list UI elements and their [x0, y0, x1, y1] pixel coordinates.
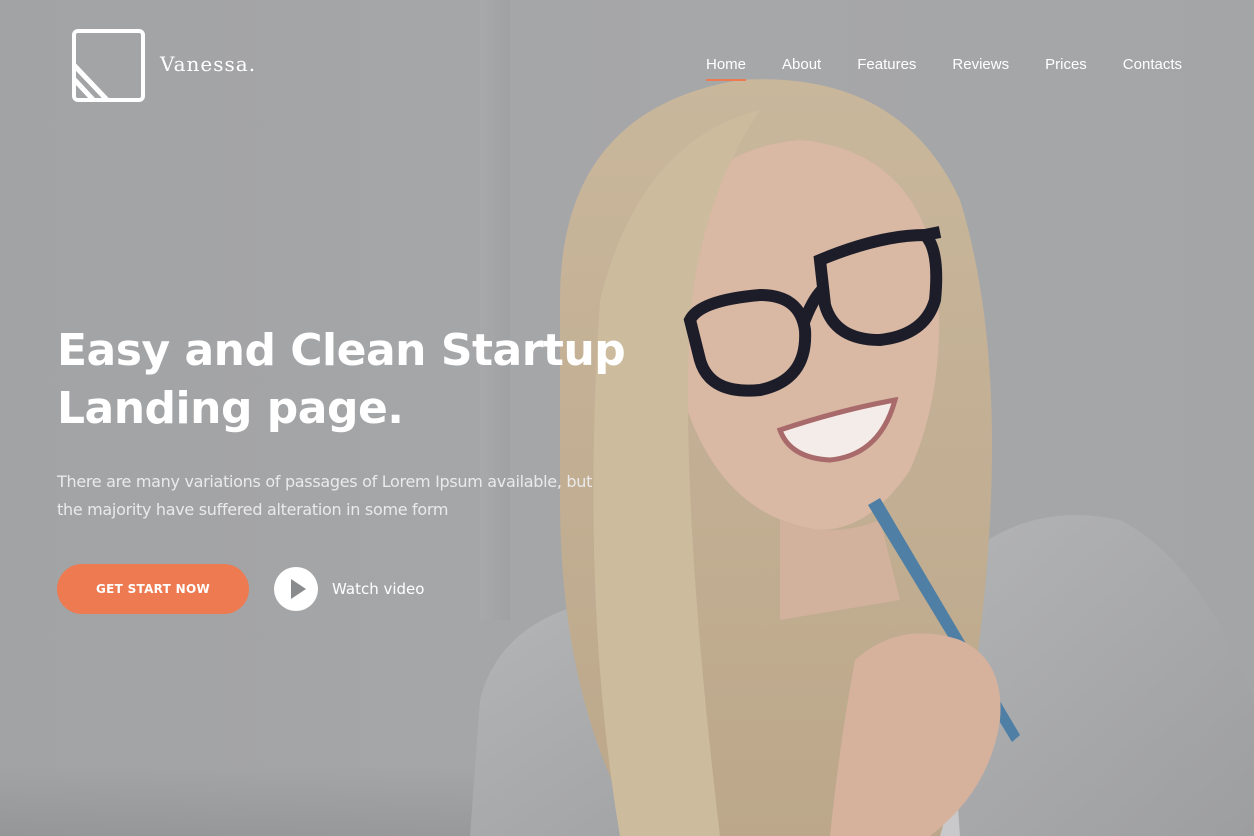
- nav-item-about[interactable]: About: [782, 56, 821, 79]
- nav-item-home[interactable]: Home: [706, 56, 747, 81]
- nav-item-reviews[interactable]: Reviews: [952, 56, 1009, 79]
- watch-video-label: Watch video: [332, 580, 425, 598]
- hero-content: Easy and Clean Startup Landing page. The…: [57, 322, 637, 614]
- logo[interactable]: Vanessa.: [72, 29, 256, 102]
- hero-description: There are many variations of passages of…: [57, 468, 617, 524]
- floor-shadow: [0, 766, 520, 836]
- hero-description-line-2: the majority have suffered alteration in…: [57, 500, 449, 519]
- hero-title-line-2: Landing page.: [57, 383, 404, 434]
- hero-title: Easy and Clean Startup Landing page.: [57, 322, 637, 438]
- play-button[interactable]: [274, 567, 318, 611]
- nav-item-features[interactable]: Features: [857, 56, 916, 79]
- watch-video-link[interactable]: Watch video: [274, 567, 424, 611]
- diagonal-stripes-square-icon: [72, 29, 145, 102]
- hero-title-line-1: Easy and Clean Startup: [57, 325, 626, 376]
- main-nav: Home About Features Reviews Prices Conta…: [670, 56, 1182, 81]
- hero-actions: GET START NOW Watch video: [57, 564, 637, 614]
- site-header: Vanessa. Home About Features Reviews Pri…: [0, 0, 1254, 130]
- nav-item-contacts[interactable]: Contacts: [1123, 56, 1182, 79]
- nav-item-prices[interactable]: Prices: [1045, 56, 1087, 79]
- brand-name: Vanessa.: [160, 51, 257, 76]
- get-start-now-button[interactable]: GET START NOW: [57, 564, 249, 614]
- hero-description-line-1: There are many variations of passages of…: [57, 472, 593, 491]
- play-icon: [291, 579, 306, 599]
